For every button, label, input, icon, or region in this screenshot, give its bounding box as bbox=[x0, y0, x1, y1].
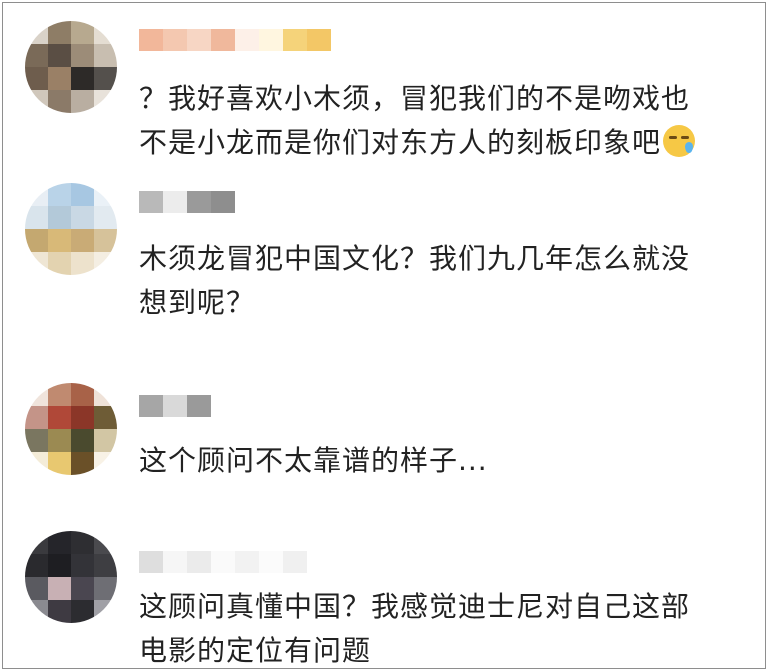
comment-text-content: 木须龙冒犯中国文化？我们九几年怎么就没 想到呢？ bbox=[139, 242, 691, 319]
comment-text: 木须龙冒犯中国文化？我们九几年怎么就没 想到呢？ bbox=[139, 237, 739, 325]
sweat-smile-emoji-icon bbox=[663, 125, 696, 157]
avatar[interactable] bbox=[25, 183, 117, 275]
comment-text: ？我好喜欢小木须，冒犯我们的不是吻戏也 不是小龙而是你们对东方人的刻板印象吧 bbox=[139, 77, 739, 165]
username-pixelated[interactable] bbox=[139, 191, 235, 213]
comment-text-content: 这个顾问不太靠谱的样子... bbox=[139, 444, 488, 477]
username-pixelated[interactable] bbox=[139, 551, 307, 573]
avatar[interactable] bbox=[25, 383, 117, 475]
comment-text: 这个顾问不太靠谱的样子... bbox=[139, 439, 739, 483]
comment-text: 这顾问真懂中国？我感觉迪士尼对自己这部 电影的定位有问题 bbox=[139, 585, 739, 671]
username-pixelated[interactable] bbox=[139, 395, 211, 417]
comment-list: ？我好喜欢小木须，冒犯我们的不是吻戏也 不是小龙而是你们对东方人的刻板印象吧 木… bbox=[2, 2, 766, 669]
avatar[interactable] bbox=[25, 531, 117, 623]
username-pixelated[interactable] bbox=[139, 29, 331, 51]
avatar[interactable] bbox=[25, 21, 117, 113]
comment-text-content: ？我好喜欢小木须，冒犯我们的不是吻戏也 不是小龙而是你们对东方人的刻板印象吧 bbox=[139, 82, 691, 159]
comment-text-content: 这顾问真懂中国？我感觉迪士尼对自己这部 电影的定位有问题 bbox=[139, 590, 691, 667]
